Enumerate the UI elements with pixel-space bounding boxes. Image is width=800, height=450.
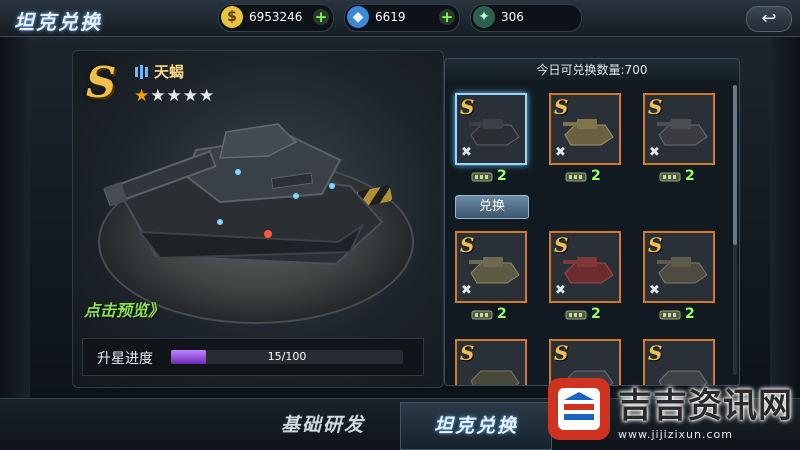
tank-card[interactable]: S ✖ <box>643 231 715 303</box>
exchange-button[interactable]: 兑换 <box>455 195 529 219</box>
progress-track: 15/100 <box>171 350 403 364</box>
scrollbar-thumb[interactable] <box>733 85 737 245</box>
tank-rank-badge: S <box>554 233 569 257</box>
tank-card[interactable]: S ✖ <box>455 93 527 165</box>
wrench-icon: ✖ <box>555 145 566 160</box>
item-cost-value: 2 <box>497 306 507 322</box>
exchange-item[interactable]: S ✖ 2 <box>549 93 621 184</box>
left-frame <box>0 36 30 398</box>
tank-card[interactable]: S ✖ <box>455 231 527 303</box>
tank-rank-badge: S <box>460 341 475 365</box>
tank-card[interactable]: S ✖ <box>549 231 621 303</box>
tank-rank-badge: S <box>554 341 569 365</box>
tab-basic-research[interactable]: 基础研发 <box>252 402 394 448</box>
item-cost-value: 2 <box>685 168 695 184</box>
tank-rank-badge: S <box>460 95 475 119</box>
star-icon-filled: ★ <box>134 86 151 106</box>
star-icon-empty: ★ <box>166 86 183 106</box>
tank-rank-badge: S <box>460 233 475 257</box>
tank-image[interactable] <box>100 76 400 286</box>
tank-thumbnail <box>563 257 614 284</box>
exchange-panel: 今日可兑换数量:700 S ✖ 2 S ✖ 2 S ✖ 2 兑换 S ✖ 2 S… <box>444 58 740 386</box>
right-frame <box>770 36 800 398</box>
upgrade-progress: 升星进度 15/100 <box>82 338 424 376</box>
wrench-icon: ✖ <box>461 145 472 160</box>
tab-tank-exchange[interactable]: 坦克兑换 <box>400 402 552 450</box>
gold-resource: $ 6953246 + <box>218 4 334 32</box>
upgrade-progress-label: 升星进度 <box>97 351 153 367</box>
ammo-icon <box>659 310 681 320</box>
ammo-icon <box>565 172 587 182</box>
exchange-item[interactable]: S ✖ 2 <box>643 93 715 184</box>
tank-card[interactable]: S ✖ <box>643 93 715 165</box>
star-icon-empty: ★ <box>182 86 199 106</box>
ammo-icon <box>471 310 493 320</box>
progress-text: 15/100 <box>267 350 307 363</box>
tank-rank-badge: S <box>648 95 663 119</box>
page-title: 坦克兑换 <box>14 10 102 34</box>
tank-rank-badge: S <box>86 58 117 107</box>
wrench-icon: ✖ <box>461 283 472 298</box>
preview-link[interactable]: 点击预览》 <box>84 297 164 321</box>
tank-card[interactable]: S <box>455 339 527 385</box>
medal-resource: ✦ 306 <box>470 4 582 32</box>
tank-thumbnail <box>469 257 520 284</box>
medal-value: 306 <box>501 10 524 24</box>
exchange-item[interactable]: S ✖ 2 <box>455 93 527 184</box>
site-watermark: 吉吉资讯网 www.jijizixun.com <box>548 372 798 448</box>
tank-card[interactable]: S ✖ <box>549 93 621 165</box>
watermark-text: 吉吉资讯网 <box>618 386 793 426</box>
exchange-quota: 今日可兑换数量:700 <box>445 59 739 81</box>
ammo-icon <box>471 172 493 182</box>
wrench-icon: ✖ <box>649 283 660 298</box>
tank-rank-badge: S <box>648 233 663 257</box>
ammo-icon <box>659 172 681 182</box>
exchange-item[interactable]: S ✖ 2 <box>643 231 715 322</box>
item-cost-value: 2 <box>591 168 601 184</box>
add-gold-button[interactable]: + <box>313 9 329 25</box>
top-bar: 坦克兑换 $ 6953246 + ◆ 6619 + ✦ 306 ↩ <box>0 0 800 37</box>
item-cost-value: 2 <box>591 306 601 322</box>
diamond-resource: ◆ 6619 + <box>344 4 460 32</box>
item-cost-value: 2 <box>685 306 695 322</box>
item-cost-value: 2 <box>497 168 507 184</box>
diamond-icon: ◆ <box>347 6 369 28</box>
exchange-item[interactable]: S ✖ 2 <box>455 231 527 322</box>
wrench-icon: ✖ <box>555 283 566 298</box>
exchange-scrollbar[interactable] <box>733 85 737 375</box>
tank-class-icon <box>134 64 150 80</box>
add-diamond-button[interactable]: + <box>439 9 455 25</box>
star-rating: ★★★★★ <box>134 86 215 106</box>
exchange-item[interactable]: S <box>455 339 527 385</box>
star-icon-empty: ★ <box>150 86 167 106</box>
tank-rank-badge: S <box>554 95 569 119</box>
star-icon-empty: ★ <box>199 86 216 106</box>
medal-icon: ✦ <box>473 6 495 28</box>
gold-coin-icon: $ <box>221 6 243 28</box>
diamond-value: 6619 <box>375 10 406 24</box>
watermark-url: www.jijizixun.com <box>618 428 733 441</box>
back-button[interactable]: ↩ <box>746 6 792 32</box>
ammo-icon <box>565 310 587 320</box>
tank-thumbnail <box>470 370 520 385</box>
site-logo-icon <box>548 378 610 440</box>
exchange-item[interactable]: S ✖ 2 <box>549 231 621 322</box>
tank-thumbnail <box>657 119 708 146</box>
gold-value: 6953246 <box>249 10 303 24</box>
tank-name: 天蝎 <box>154 63 185 81</box>
wrench-icon: ✖ <box>649 145 660 160</box>
tank-thumbnail <box>469 119 520 146</box>
tank-thumbnail <box>657 257 708 284</box>
tank-thumbnail <box>563 119 614 146</box>
tank-rank-badge: S <box>648 341 663 365</box>
